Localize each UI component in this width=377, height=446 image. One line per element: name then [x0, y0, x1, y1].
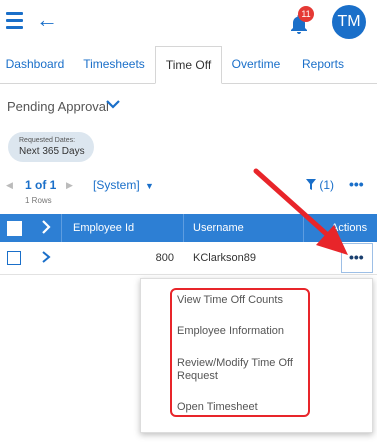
- caret-down-icon: ▼: [145, 181, 154, 191]
- column-header-username[interactable]: Username: [193, 222, 244, 234]
- notification-badge: 11: [298, 6, 314, 22]
- chevron-right-icon[interactable]: [41, 250, 51, 264]
- username-cell: KClarkson89: [193, 252, 256, 264]
- next-page-icon[interactable]: ▶: [66, 180, 73, 191]
- column-divider: [183, 214, 184, 242]
- column-header-employee-id[interactable]: Employee Id: [73, 222, 134, 234]
- chip-label: Requested Dates:: [19, 137, 76, 144]
- view-select[interactable]: [System] ▼: [93, 178, 154, 192]
- tab-overtime[interactable]: Overtime: [226, 46, 286, 83]
- tab-time-off[interactable]: Time Off: [155, 46, 222, 84]
- chevron-right-icon[interactable]: [40, 219, 52, 235]
- chip-value: Next 365 Days: [19, 146, 85, 157]
- rows-count: 1 Rows: [25, 196, 52, 205]
- previous-page-icon[interactable]: ◀: [6, 180, 13, 191]
- employee-id-cell: 800: [155, 252, 174, 264]
- tab-timesheets[interactable]: Timesheets: [76, 46, 152, 83]
- more-icon: •••: [349, 249, 364, 265]
- row-checkbox[interactable]: [7, 251, 21, 265]
- hamburger-menu-icon[interactable]: [6, 12, 24, 32]
- avatar[interactable]: TM: [332, 5, 366, 39]
- column-divider: [61, 214, 62, 242]
- tab-bar: Dashboard Timesheets Time Off Overtime R…: [0, 46, 377, 84]
- more-icon[interactable]: •••: [349, 176, 364, 192]
- view-title: Pending Approval: [7, 99, 109, 114]
- page-indicator: 1 of 1: [25, 178, 57, 192]
- tab-reports[interactable]: Reports: [296, 46, 350, 83]
- back-arrow-icon[interactable]: ←: [36, 8, 58, 32]
- tab-dashboard[interactable]: Dashboard: [0, 46, 70, 83]
- chevron-down-icon[interactable]: [105, 96, 121, 112]
- select-all-checkbox[interactable]: [7, 221, 22, 236]
- view-select-label: [System]: [93, 178, 140, 192]
- annotation-arrow: [253, 168, 348, 255]
- annotation-highlight-box: [170, 288, 310, 417]
